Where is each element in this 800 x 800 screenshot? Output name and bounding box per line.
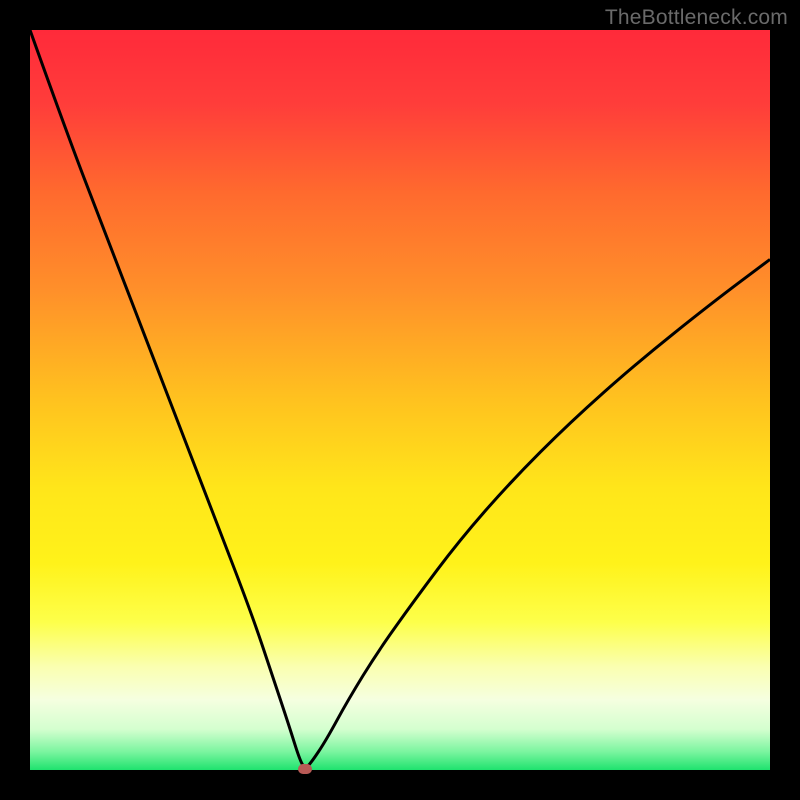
outer-frame: TheBottleneck.com [0, 0, 800, 800]
gradient-background [30, 30, 770, 770]
chart-svg [30, 30, 770, 770]
minimum-marker [298, 764, 312, 774]
plot-area [30, 30, 770, 770]
watermark-text: TheBottleneck.com [605, 6, 788, 30]
